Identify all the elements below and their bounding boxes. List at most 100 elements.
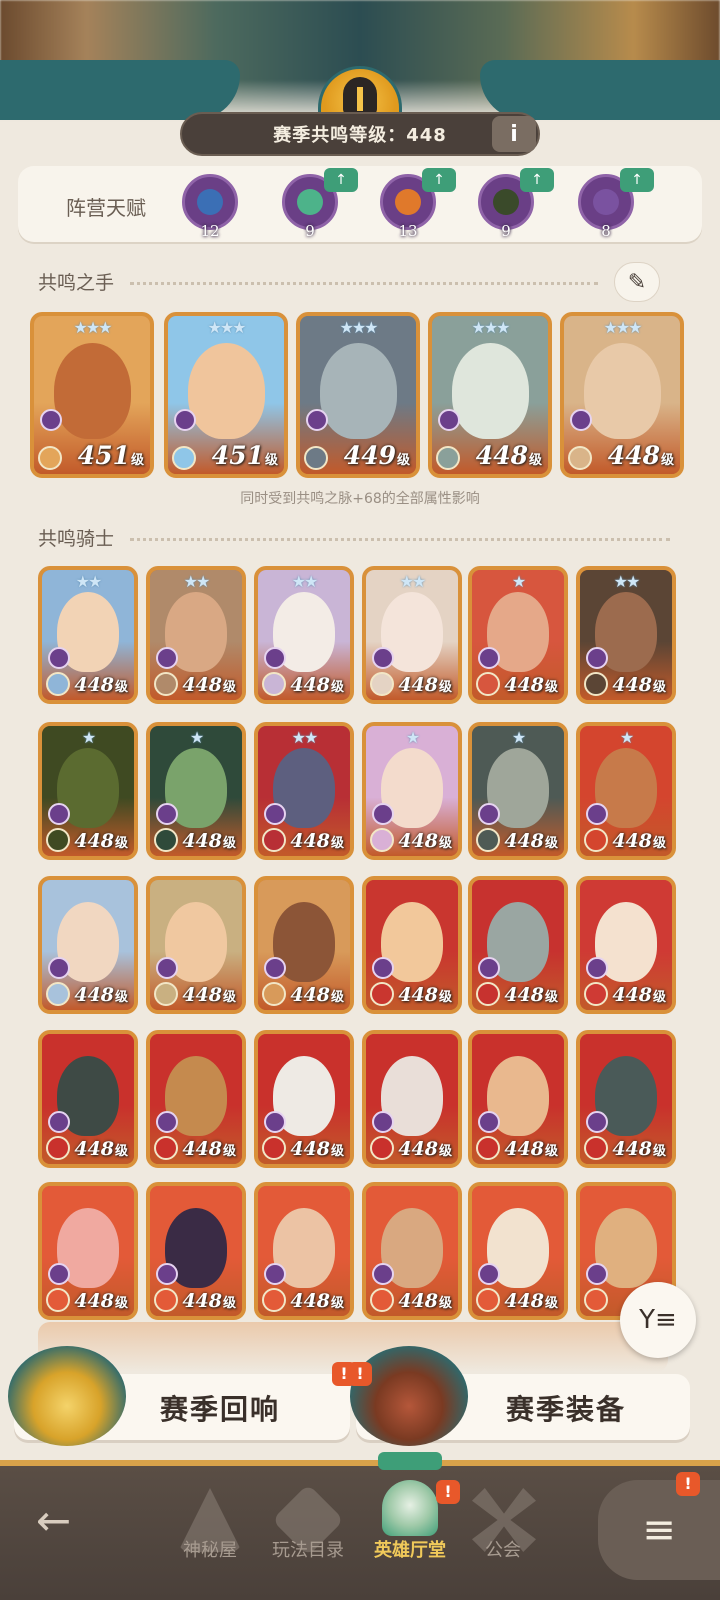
- hero-level: 451级: [211, 441, 278, 470]
- hero-card[interactable]: ★★ 448级: [576, 566, 676, 704]
- hero-card[interactable]: ★ 448级: [38, 722, 138, 860]
- hero-card[interactable]: ★★ 448级: [254, 566, 354, 704]
- hero-card[interactable]: ★ 448级: [468, 566, 568, 704]
- star-rank-icon: ★: [81, 728, 96, 747]
- nav-item-guild[interactable]: 公会: [458, 1460, 548, 1600]
- info-button[interactable]: i: [492, 116, 536, 152]
- hero-card[interactable]: ★★ 448级: [38, 566, 138, 704]
- star-rank-icon: ★★★: [471, 318, 510, 337]
- hero-card[interactable]: 448级: [38, 1182, 138, 1320]
- season-gear-shield-icon: [350, 1346, 468, 1446]
- nav-item-mystery-house[interactable]: 神秘屋: [160, 1460, 260, 1600]
- class-icon: [584, 828, 608, 852]
- faction-icon: [174, 409, 196, 431]
- hero-card[interactable]: 448级: [146, 1030, 246, 1168]
- hero-card[interactable]: ★★★ 448级: [560, 312, 684, 478]
- faction-talent-4[interactable]: 9 ↑: [474, 168, 554, 240]
- hero-card[interactable]: 448级: [254, 1182, 354, 1320]
- faction-icon: [264, 1263, 286, 1285]
- faction-icon: [586, 803, 608, 825]
- faction-icon: [156, 803, 178, 825]
- knight-helmet-icon: [382, 1480, 438, 1536]
- quill-edit-button[interactable]: ✎: [614, 262, 660, 302]
- faction-talent-3[interactable]: 13 ↑: [376, 168, 456, 240]
- faction-icon: [478, 1111, 500, 1133]
- hero-card[interactable]: 448级: [468, 1182, 568, 1320]
- hero-card[interactable]: ★ 448级: [146, 722, 246, 860]
- nav-item-game-catalog[interactable]: 玩法目录: [258, 1460, 358, 1600]
- faction-icon: [48, 957, 70, 979]
- class-icon: [172, 446, 196, 470]
- class-icon: [476, 1136, 500, 1160]
- faction-icon: [586, 1111, 608, 1133]
- faction-icon: [40, 409, 62, 431]
- hero-card[interactable]: 448级: [254, 876, 354, 1014]
- hero-card[interactable]: ★★ 448级: [146, 566, 246, 704]
- faction-icon: [48, 1111, 70, 1133]
- hero-card[interactable]: 448级: [38, 1030, 138, 1168]
- hero-card[interactable]: 448级: [362, 1030, 462, 1168]
- hero-card[interactable]: ★★★ 448级: [428, 312, 552, 478]
- faction-icon: [586, 1263, 608, 1285]
- hero-level: 448级: [612, 674, 666, 696]
- hero-level: 448级: [182, 830, 236, 852]
- hero-card[interactable]: 448级: [468, 1030, 568, 1168]
- hero-card[interactable]: 448级: [362, 876, 462, 1014]
- class-icon: [370, 1136, 394, 1160]
- faction-talent-value: 13: [398, 222, 418, 240]
- upgrade-arrow-icon: ↑: [620, 168, 654, 192]
- class-icon: [262, 672, 286, 696]
- faction-icon: [478, 647, 500, 669]
- faction-icon: [586, 647, 608, 669]
- hero-level: 448级: [74, 1138, 128, 1160]
- faction-talent-2[interactable]: 9 ↑: [278, 168, 358, 240]
- faction-talent-5[interactable]: 8 ↑: [574, 168, 654, 240]
- faction-icon: [48, 647, 70, 669]
- active-indicator: [378, 1452, 442, 1470]
- hero-level: 448级: [290, 1290, 344, 1312]
- hero-level: 448级: [475, 441, 542, 470]
- hero-level: 448级: [182, 984, 236, 1006]
- season-gear-banner[interactable]: 赛季装备 !: [348, 1346, 690, 1446]
- hero-card[interactable]: ★ 448级: [468, 722, 568, 860]
- faction-talent-1[interactable]: 12: [178, 172, 242, 240]
- filter-button[interactable]: Y≡: [620, 1282, 696, 1358]
- class-icon: [154, 828, 178, 852]
- hero-card[interactable]: 448级: [576, 1030, 676, 1168]
- star-rank-icon: ★★: [613, 572, 641, 591]
- menu-button[interactable]: ≡ !: [598, 1472, 720, 1580]
- season-echo-banner[interactable]: 赛季回响 !: [8, 1346, 356, 1446]
- hero-card[interactable]: 448级: [254, 1030, 354, 1168]
- hero-face: [320, 343, 397, 439]
- faction-talent-panel[interactable]: 阵营天赋 12 9 ↑ 13 ↑ 9 ↑ 8 ↑: [18, 166, 702, 242]
- faction-icon: [156, 1263, 178, 1285]
- hero-level: 448级: [182, 1290, 236, 1312]
- hero-card[interactable]: ★★★ 449级: [296, 312, 420, 478]
- hero-card[interactable]: 448级: [362, 1182, 462, 1320]
- class-icon: [46, 1136, 70, 1160]
- hero-level: 448级: [504, 674, 558, 696]
- season-gear-alert-icon: !: [348, 1362, 372, 1386]
- hero-card[interactable]: 448级: [38, 876, 138, 1014]
- hero-level: 448级: [504, 1290, 558, 1312]
- hero-card[interactable]: 448级: [146, 876, 246, 1014]
- class-icon: [584, 982, 608, 1006]
- hero-card[interactable]: ★★★ 451级: [30, 312, 154, 478]
- hero-level: 448级: [74, 674, 128, 696]
- star-rank-icon: ★: [405, 728, 420, 747]
- hero-card[interactable]: ★★ 448级: [254, 722, 354, 860]
- hero-card[interactable]: ★ 448级: [576, 722, 676, 860]
- faction-icon: [48, 1263, 70, 1285]
- hero-card[interactable]: 448级: [576, 876, 676, 1014]
- class-icon: [476, 672, 500, 696]
- hero-card[interactable]: ★★★ 451级: [164, 312, 288, 478]
- class-icon: [262, 1288, 286, 1312]
- back-arrow-icon[interactable]: ←: [36, 1496, 71, 1545]
- hero-level: 448级: [607, 441, 674, 470]
- hero-card[interactable]: 448级: [468, 876, 568, 1014]
- hero-card[interactable]: ★ 448级: [362, 722, 462, 860]
- hero-card[interactable]: ★★ 448级: [362, 566, 462, 704]
- wave-decoration-left: [0, 60, 240, 120]
- hero-card[interactable]: 448级: [146, 1182, 246, 1320]
- nav-item-hero-hall[interactable]: 英雄厅堂 !: [360, 1452, 460, 1600]
